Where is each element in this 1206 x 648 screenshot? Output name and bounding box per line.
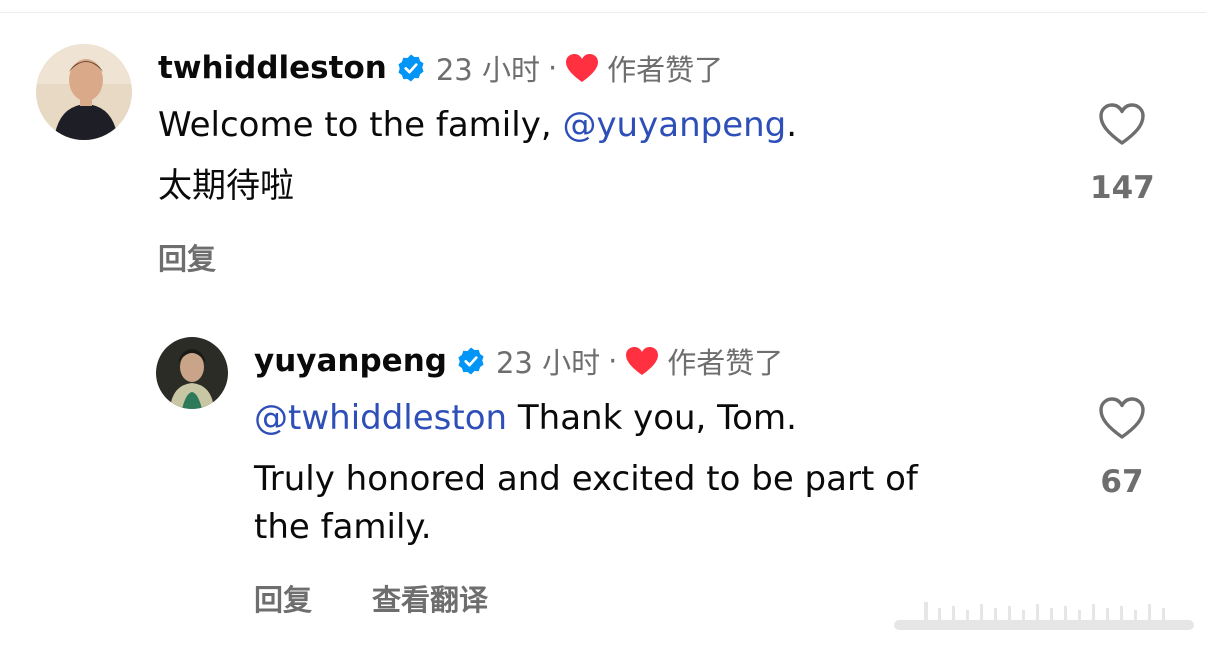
username[interactable]: twhiddleston xyxy=(158,50,387,86)
avatar[interactable] xyxy=(36,44,132,140)
comment-text: Thank you, Tom. xyxy=(507,398,797,438)
like-count: 67 xyxy=(1100,464,1144,500)
mention-link[interactable]: @twhiddleston xyxy=(254,398,507,438)
see-translation-button[interactable]: 查看翻译 xyxy=(372,577,488,619)
comment-body-line1: @twhiddleston Thank you, Tom. xyxy=(254,394,797,442)
comment-text: Welcome to the family, xyxy=(158,105,563,145)
verified-badge-icon xyxy=(398,54,424,82)
like-column: 67 xyxy=(1090,396,1154,500)
avatar-image xyxy=(36,44,132,140)
heart-outline-icon[interactable] xyxy=(1098,396,1146,440)
like-column: 147 xyxy=(1090,102,1155,206)
reply-button[interactable]: 回复 xyxy=(158,236,216,278)
comment-body-line3: the family. xyxy=(254,507,432,547)
heart-outline-icon[interactable] xyxy=(1098,102,1146,146)
comment-time: 23 小时 xyxy=(495,346,601,380)
author-liked-label: 作者赞了 xyxy=(607,53,724,87)
mention-link[interactable]: @yuyanpeng xyxy=(562,105,786,145)
red-heart-icon xyxy=(626,347,659,375)
reply-button[interactable]: 回复 xyxy=(254,577,312,619)
divider xyxy=(0,12,1206,13)
separator-dot: · xyxy=(608,344,618,378)
watermark-graphic xyxy=(894,602,1194,630)
separator-dot: · xyxy=(547,51,558,85)
comment-body-line1: Welcome to the family, @yuyanpeng. xyxy=(158,101,797,149)
avatar[interactable] xyxy=(156,337,228,409)
comment-time: 23 小时 xyxy=(435,53,540,87)
comment-text: . xyxy=(786,105,798,145)
verified-badge-icon xyxy=(458,347,484,375)
comment-body-line2: 太期待啦 xyxy=(158,166,294,206)
comment-body-line2: Truly honored and excited to be part of xyxy=(254,459,918,499)
avatar-image xyxy=(156,337,228,409)
red-heart-icon xyxy=(566,54,599,82)
username[interactable]: yuyanpeng xyxy=(254,343,447,379)
author-liked-label: 作者赞了 xyxy=(667,346,784,380)
like-count: 147 xyxy=(1090,170,1155,206)
